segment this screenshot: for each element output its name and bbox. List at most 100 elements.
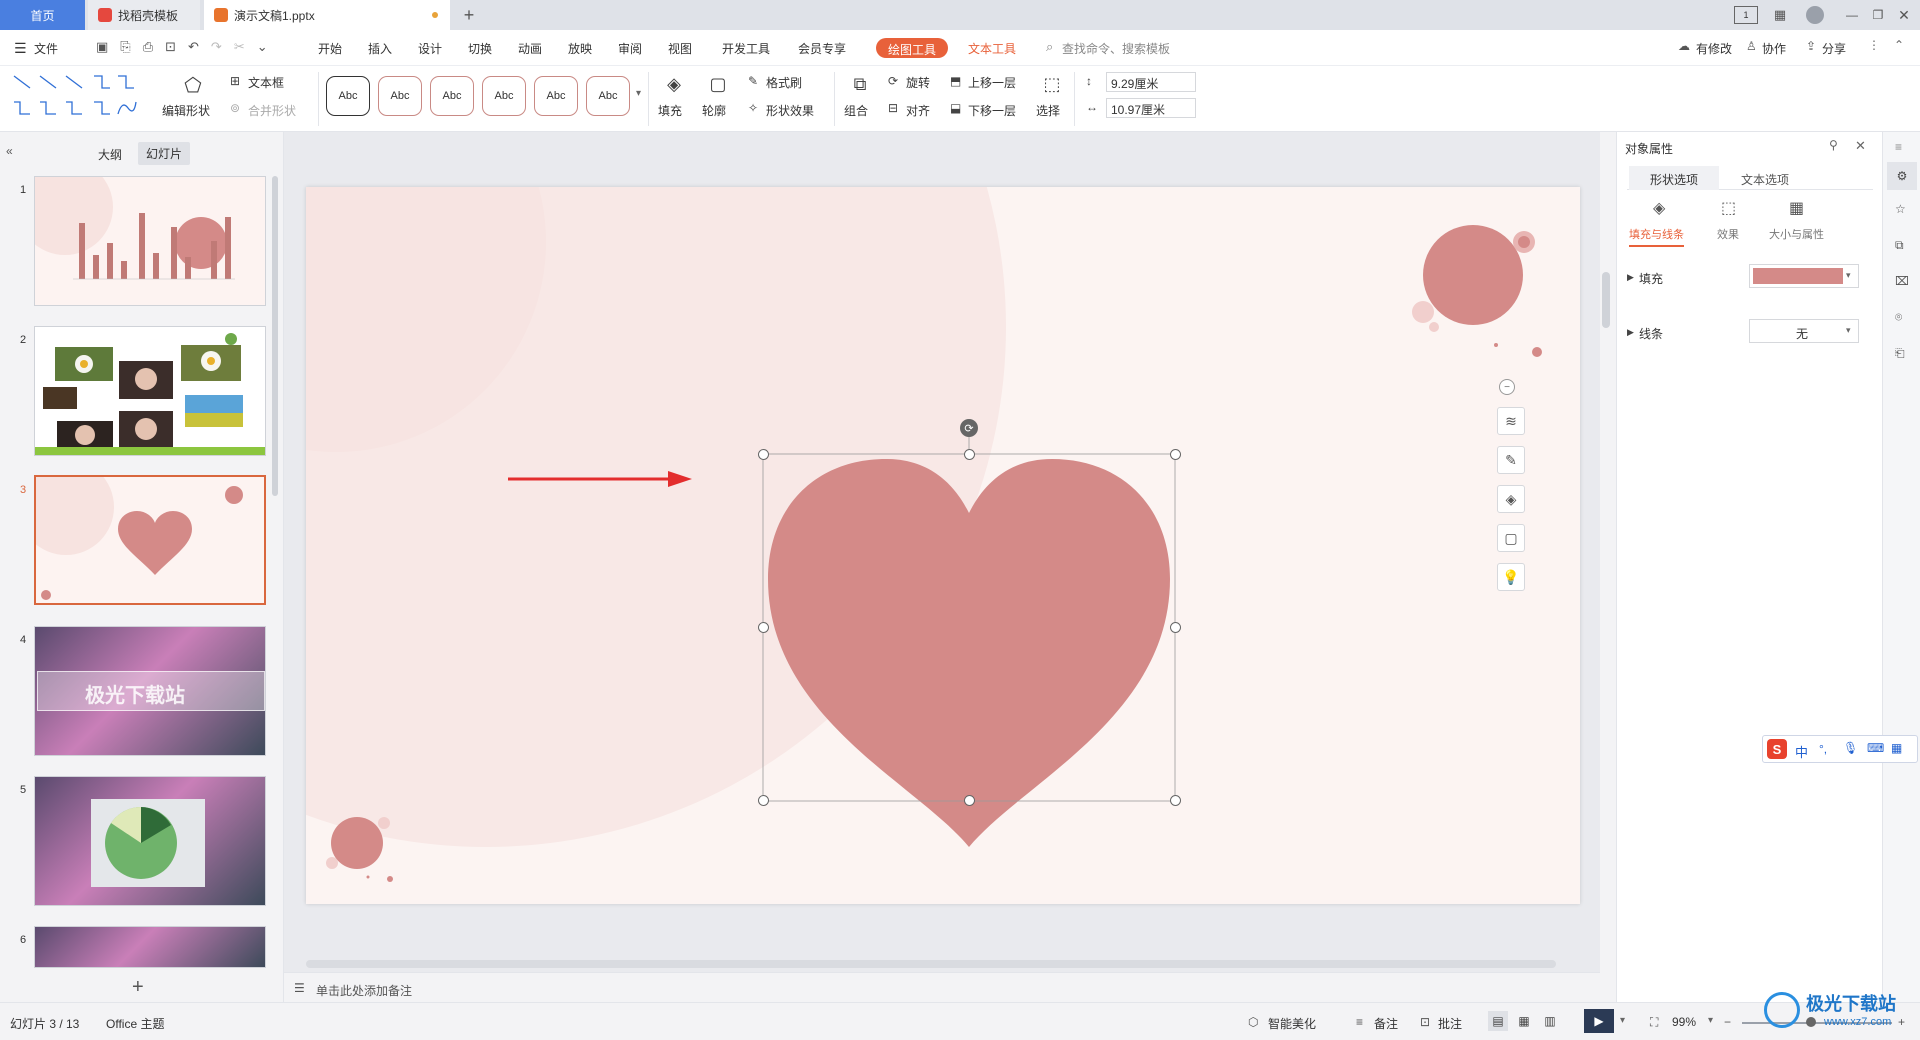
pin-icon[interactable]: ⚲ <box>1829 138 1838 152</box>
panel-close-icon[interactable]: ✕ <box>1855 138 1866 154</box>
expand-line-icon[interactable]: ▶ <box>1627 327 1634 338</box>
shape-style-3[interactable]: Abc <box>430 76 474 116</box>
collapse-float-toolbar-icon[interactable]: − <box>1499 379 1515 395</box>
microphone-icon[interactable]: 🎙 <box>1843 741 1858 755</box>
fill-float-icon[interactable]: ◈ <box>1497 485 1525 513</box>
collaborate-button[interactable]: 协作 <box>1762 40 1786 57</box>
slide-thumbnail-5[interactable] <box>34 776 266 906</box>
menu-item-view[interactable]: 视图 <box>668 40 692 57</box>
format-clear-icon[interactable]: ✂ <box>234 39 245 55</box>
expand-fill-icon[interactable]: ▶ <box>1627 272 1634 283</box>
zoom-level[interactable]: 99% <box>1672 1015 1696 1029</box>
menu-item-transition[interactable]: 切换 <box>468 40 492 57</box>
rotate-button[interactable]: 旋转 <box>906 74 930 91</box>
avatar[interactable] <box>1806 6 1824 24</box>
rotate-handle-icon[interactable]: ⟳ <box>960 419 978 437</box>
outline-float-icon[interactable]: ▢ <box>1497 524 1525 552</box>
tab-outline[interactable]: 大纲 <box>98 146 122 163</box>
menu-file[interactable]: 文件 <box>34 40 58 57</box>
zoom-out-icon[interactable]: − <box>1724 1015 1731 1029</box>
notes-toggle-button[interactable]: 备注 <box>1374 1015 1398 1032</box>
resize-handle-sw[interactable] <box>758 795 769 806</box>
hamburger-icon[interactable]: ☰ <box>14 40 27 57</box>
shape-style-1[interactable]: Abc <box>326 76 370 116</box>
panel-title[interactable]: 对象属性 <box>1625 140 1673 157</box>
horizontal-scrollbar[interactable] <box>306 960 1556 968</box>
vertical-scrollbar[interactable] <box>1602 272 1610 328</box>
smart-beautify-button[interactable]: 智能美化 <box>1268 1015 1316 1032</box>
menu-item-review[interactable]: 审阅 <box>618 40 642 57</box>
resize-handle-ne[interactable] <box>1170 449 1181 460</box>
restore-icon[interactable]: ❐ <box>1868 5 1888 25</box>
search-input[interactable]: 查找命令、搜索模板 <box>1062 40 1170 57</box>
sidebar-menu-icon[interactable]: ≡ <box>1895 140 1902 154</box>
format-painter-button[interactable]: 格式刷 <box>766 74 802 91</box>
shape-style-5[interactable]: Abc <box>534 76 578 116</box>
image-icon[interactable]: ⌧ <box>1895 274 1909 288</box>
layers-icon[interactable]: ≋ <box>1497 407 1525 435</box>
send-backward-button[interactable]: 下移一层 <box>968 102 1016 119</box>
tab-document[interactable]: 演示文稿1.pptx <box>204 0 450 30</box>
pen-icon[interactable]: ✎ <box>1497 446 1525 474</box>
collapse-panel-icon[interactable]: « <box>6 144 13 158</box>
play-slideshow-icon[interactable]: ▶ <box>1584 1009 1614 1033</box>
resize-handle-n[interactable] <box>964 449 975 460</box>
comments-button[interactable]: 批注 <box>1438 1015 1462 1032</box>
merge-shape-button[interactable]: 合并形状 <box>248 102 296 119</box>
tab-text-tools[interactable]: 文本工具 <box>968 40 1016 57</box>
shape-effect-button[interactable]: 形状效果 <box>766 102 814 119</box>
sorter-view-icon[interactable]: ▦ <box>1514 1011 1534 1031</box>
select-button[interactable]: 选择 <box>1036 102 1060 119</box>
tab-text-options[interactable]: 文本选项 <box>1741 171 1789 188</box>
print-icon[interactable]: ⎙ <box>143 39 153 55</box>
close-icon[interactable]: ✕ <box>1894 5 1914 25</box>
share-button[interactable]: 分享 <box>1822 40 1846 57</box>
tab-template[interactable]: 找稻壳模板 <box>88 0 200 30</box>
slide-thumbnail-4[interactable]: 极光下载站 <box>34 626 266 756</box>
keyboard-icon[interactable]: ⌨ <box>1867 741 1884 755</box>
style-gallery-more-icon[interactable]: ▾ <box>636 88 641 99</box>
tab-drawing-tools[interactable]: 绘图工具 <box>876 38 949 58</box>
apps-grid-icon[interactable]: ▦ <box>1770 5 1790 25</box>
subtab-size-properties[interactable]: 大小与属性 <box>1769 226 1824 242</box>
subtab-fill-line[interactable]: 填充与线条 <box>1629 226 1684 247</box>
line-shape-gallery[interactable] <box>10 72 142 124</box>
notes-input[interactable]: 单击此处添加备注 <box>316 982 412 999</box>
slides-icon[interactable]: ⧉ <box>1895 238 1904 253</box>
reading-view-icon[interactable]: ▥ <box>1540 1011 1560 1031</box>
shape-style-6[interactable]: Abc <box>586 76 630 116</box>
thumbnail-scrollbar[interactable] <box>272 176 278 496</box>
print-preview-icon[interactable]: ⊡ <box>165 39 176 55</box>
slide-thumbnail-1[interactable] <box>34 176 266 306</box>
star-icon[interactable]: ☆ <box>1895 202 1906 216</box>
resize-handle-s[interactable] <box>964 795 975 806</box>
modify-button[interactable]: 有修改 <box>1696 40 1732 57</box>
resize-handle-nw[interactable] <box>758 449 769 460</box>
more-icon[interactable]: ⋮ <box>1868 38 1880 52</box>
fill-button[interactable]: 填充 <box>658 102 682 119</box>
group-button[interactable]: 组合 <box>844 102 868 119</box>
location-icon[interactable]: ⌾ <box>1895 310 1902 325</box>
slide-thumbnail-2[interactable] <box>34 326 266 456</box>
menu-item-developer[interactable]: 开发工具 <box>722 40 770 57</box>
fill-color-picker[interactable]: ▾ <box>1749 264 1859 288</box>
tab-shape-options[interactable]: 形状选项 <box>1629 166 1719 190</box>
undo-icon[interactable]: ↶ <box>188 39 199 55</box>
resize-handle-se[interactable] <box>1170 795 1181 806</box>
outline-button[interactable]: 轮廓 <box>702 102 726 119</box>
punctuation-icon[interactable]: °, <box>1819 742 1827 756</box>
menu-item-insert[interactable]: 插入 <box>368 40 392 57</box>
properties-icon[interactable]: ⚙ <box>1887 162 1917 190</box>
new-tab-icon[interactable]: + <box>458 4 480 26</box>
zoom-options-icon[interactable]: ▾ <box>1708 1015 1713 1026</box>
shape-style-4[interactable]: Abc <box>482 76 526 116</box>
more-arrow-icon[interactable]: ⌄ <box>257 39 268 55</box>
lightbulb-icon[interactable]: 💡 <box>1497 563 1525 591</box>
shape-width-input[interactable]: 10.97厘米 <box>1106 98 1196 118</box>
text-box-button[interactable]: 文本框 <box>248 74 284 91</box>
tab-home[interactable]: 首页 <box>0 0 85 30</box>
menu-item-design[interactable]: 设计 <box>418 40 442 57</box>
align-button[interactable]: 对齐 <box>906 102 930 119</box>
menu-item-slideshow[interactable]: 放映 <box>568 40 592 57</box>
edit-shape-button[interactable]: 编辑形状 <box>162 102 210 119</box>
